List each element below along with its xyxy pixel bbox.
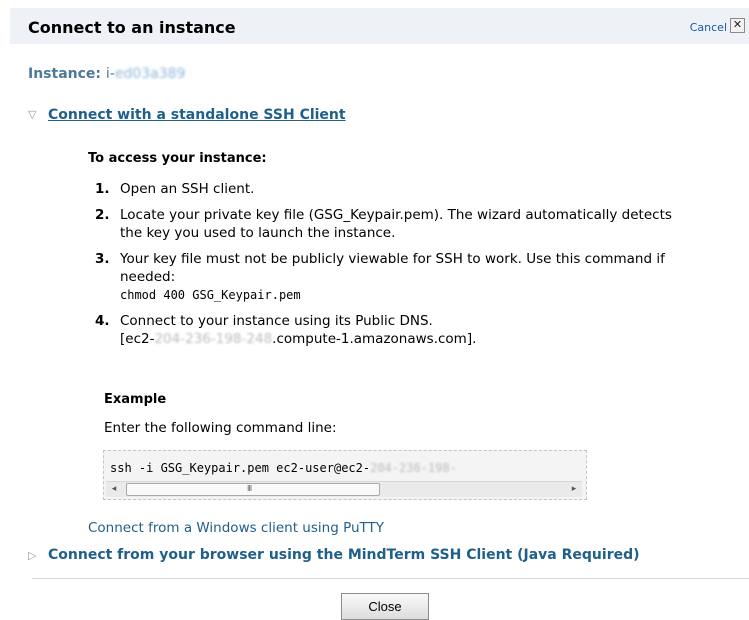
step-text: Your key file must not be publicly viewa… [120,251,665,285]
dialog-title: Connect to an instance [28,18,236,37]
ssh-command: ssh -i GSG_Keypair.pem ec2-user@ec2-204-… [110,461,457,475]
instance-id-prefix: i- [105,66,115,82]
instance-id-masked: ed03a389 [114,66,186,82]
instance-label: Instance: i-ed03a389 [28,66,185,82]
scrollbar-grip-icon: III [247,484,252,493]
dns-suffix: .compute-1.amazonaws.com]. [272,331,477,347]
step-number: 1. [95,181,110,197]
dialog-titlebar: Connect to an instance Cancel ✕ [10,8,749,44]
example-heading: Example [104,392,167,407]
steps-list: 1. Open an SSH client. 2. Locate your pr… [95,180,695,356]
step-number: 2. [95,207,110,223]
horizontal-scrollbar[interactable]: ◂ III ▸ [106,481,582,497]
step-item: 3. Your key file must not be publicly vi… [95,250,695,304]
example-instruction: Enter the following command line: [104,420,337,436]
putty-link[interactable]: Connect from a Windows client using PuTT… [88,520,384,536]
instance-label-text: Instance: [28,66,102,82]
access-heading: To access your instance: [88,151,267,166]
step-number: 3. [95,251,110,267]
step-item: 4. Connect to your instance using its Pu… [95,312,695,348]
dns-masked: 204-236-198-248 [154,331,273,347]
cancel-link[interactable]: Cancel [690,21,727,34]
connect-dialog: Connect to an instance Cancel ✕ Instance… [0,0,749,620]
close-button[interactable]: Close [341,593,429,620]
step-text: Open an SSH client. [120,181,255,197]
section-ssh-client[interactable]: Connect with a standalone SSH Client [48,107,346,123]
scroll-right-icon[interactable]: ▸ [567,483,581,496]
collapsed-triangle-icon[interactable]: ▷ [28,549,36,562]
ssh-command-masked: 204-236-198- [370,461,457,475]
step-item: 1. Open an SSH client. [95,180,695,198]
command-box[interactable]: ssh -i GSG_Keypair.pem ec2-user@ec2-204-… [103,450,587,500]
section-mindterm[interactable]: Connect from your browser using the Mind… [48,547,640,563]
footer-divider [32,578,749,579]
ssh-command-prefix: ssh -i GSG_Keypair.pem ec2-user@ec2- [110,461,371,475]
dns-prefix: [ec2- [120,331,155,347]
chmod-command: chmod 400 GSG_Keypair.pem [120,288,301,302]
close-icon[interactable]: ✕ [730,18,745,33]
scroll-left-icon[interactable]: ◂ [107,483,121,496]
scrollbar-thumb[interactable]: III [126,483,380,496]
expanded-triangle-icon[interactable]: ▽ [28,108,36,121]
step-text: Connect to your instance using its Publi… [120,313,433,329]
step-item: 2. Locate your private key file (GSG_Key… [95,206,695,242]
step-number: 4. [95,313,110,329]
step-text: Locate your private key file (GSG_Keypai… [120,207,672,241]
